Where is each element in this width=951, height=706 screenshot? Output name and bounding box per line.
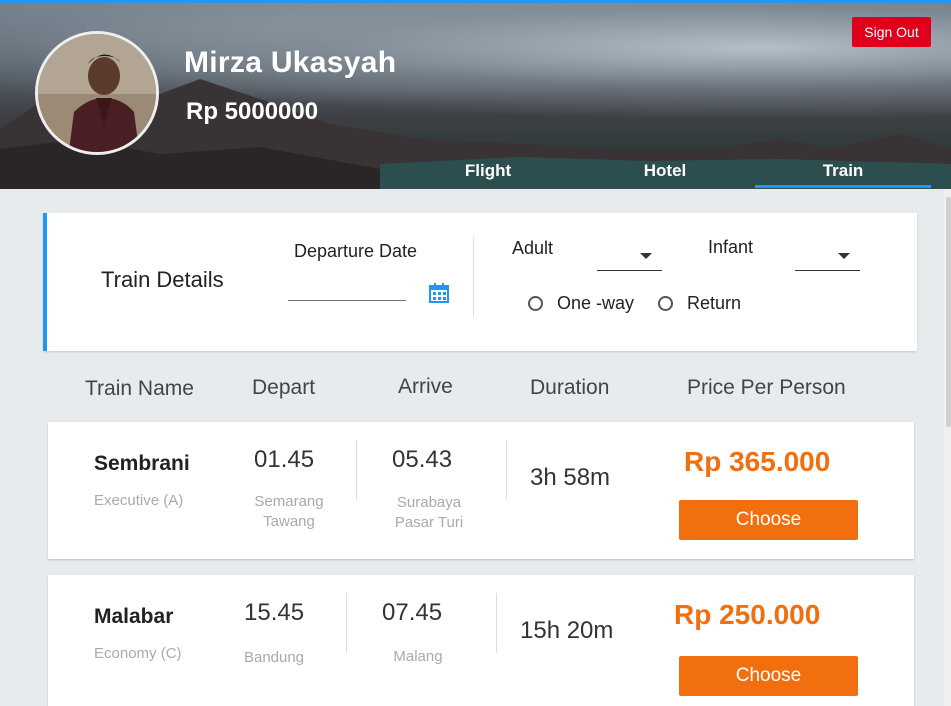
duration: 15h 20m (520, 617, 614, 644)
depart-station-line1: Semarang (254, 493, 324, 510)
avatar[interactable] (35, 31, 159, 155)
departure-date-label: Departure Date (294, 241, 418, 261)
chevron-down-icon (838, 253, 850, 259)
adult-label: Adult (512, 238, 554, 258)
train-row: Sembrani Executive (A) 01.45 Semarang Ta… (48, 422, 914, 559)
arrive-station: Surabaya Pasar Turi (384, 493, 474, 533)
arrive-station: Malang (378, 647, 458, 667)
arrive-station-line2: Pasar Turi (394, 514, 464, 531)
divider (346, 593, 347, 653)
train-name: Sembrani (94, 452, 190, 475)
column-header-train-name: Train Name (85, 377, 194, 400)
one-way-radio[interactable] (528, 296, 543, 311)
user-balance: Rp 5000000 (186, 98, 319, 125)
depart-station-line1: Bandung (243, 649, 305, 666)
tab-hotel[interactable]: Hotel (620, 161, 710, 189)
divider (496, 593, 497, 653)
column-header-arrive: Arrive (398, 375, 453, 398)
depart-station: Bandung (232, 648, 316, 668)
infant-select[interactable] (795, 243, 860, 271)
calendar-icon[interactable] (429, 283, 449, 303)
price: Rp 365.000 (684, 446, 831, 477)
return-radio[interactable] (658, 296, 673, 311)
infant-label: Infant (708, 237, 754, 257)
user-name: Mirza Ukasyah (184, 46, 397, 79)
divider (506, 440, 507, 500)
train-details-card: Train Details Departure Date Adult Infan… (43, 213, 917, 351)
chevron-down-icon (640, 253, 652, 259)
departure-date-input[interactable] (288, 300, 406, 301)
depart-station-line2: Tawang (263, 513, 315, 530)
train-class: Economy (C) (94, 645, 182, 662)
arrive-station-line1: Surabaya (396, 494, 462, 511)
column-header-depart: Depart (252, 376, 316, 399)
divider (473, 237, 474, 317)
arrive-time: 07.45 (382, 599, 443, 626)
scrollbar-thumb[interactable] (946, 197, 951, 427)
duration: 3h 58m (530, 464, 611, 491)
divider (356, 440, 357, 500)
one-way-label[interactable]: One -way (557, 293, 634, 314)
train-class: Executive (A) (94, 492, 184, 509)
depart-time: 01.45 (254, 446, 315, 473)
tab-flight[interactable]: Flight (443, 161, 533, 189)
sign-out-button[interactable]: Sign Out (852, 17, 931, 47)
arrive-station-line1: Malang (393, 648, 443, 665)
return-label[interactable]: Return (687, 293, 741, 314)
card-title: Train Details (101, 267, 224, 292)
train-row: Malabar Economy (C) 15.45 Bandung 07.45 … (48, 575, 914, 706)
train-name: Malabar (94, 605, 174, 628)
column-header-duration: Duration (530, 376, 610, 399)
depart-station: Semarang Tawang (244, 492, 334, 532)
active-tab-indicator (755, 185, 931, 188)
adult-select[interactable] (597, 243, 662, 271)
arrive-time: 05.43 (392, 446, 453, 473)
top-accent-bar (0, 0, 951, 3)
choose-button[interactable]: Choose (679, 500, 858, 540)
depart-time: 15.45 (244, 599, 305, 626)
choose-button[interactable]: Choose (679, 656, 858, 696)
column-header-price: Price Per Person (687, 376, 846, 399)
price: Rp 250.000 (674, 599, 821, 630)
